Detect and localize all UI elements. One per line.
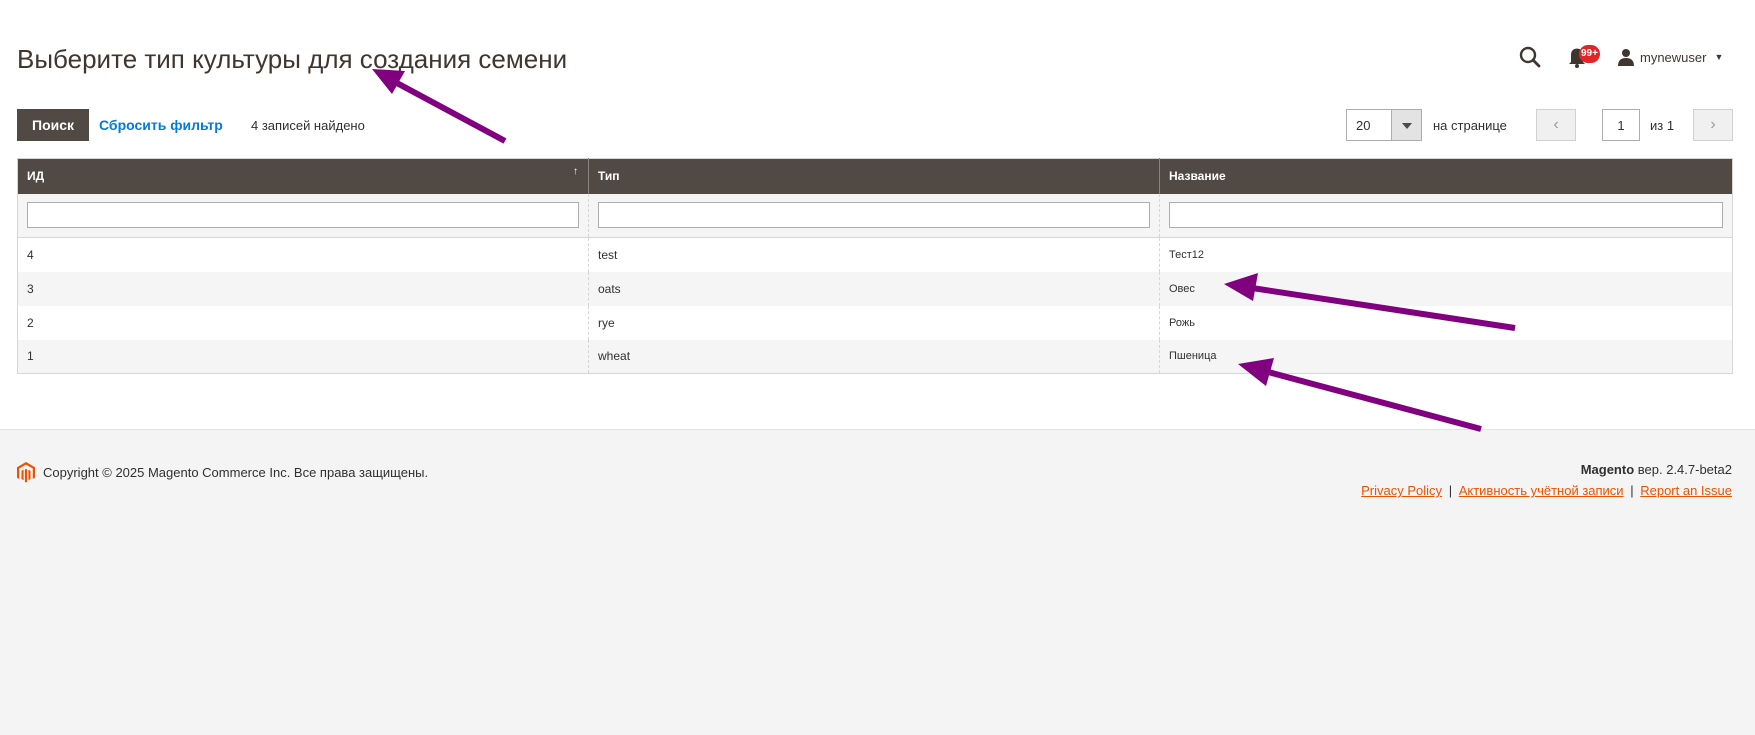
search-button[interactable]: Поиск [17,109,90,141]
report-issue-link[interactable]: Report an Issue [1640,483,1732,498]
privacy-policy-link[interactable]: Privacy Policy [1361,483,1442,498]
current-page-input[interactable] [1602,109,1640,141]
column-header-label: Тип [598,169,620,184]
grid-toolbar: Поиск Сбросить фильтр 4 записей найдено … [17,109,1733,141]
footer-copyright: Copyright © 2025 Magento Commerce Inc. В… [17,462,428,483]
table-row[interactable]: 4 test Тест12 [17,237,1733,272]
username: mynewuser [1640,49,1707,65]
column-header-type[interactable]: Тип [588,158,1160,194]
page-title: Выберите тип культуры для создания семен… [17,44,568,74]
footer-info: Magento вер. 2.4.7-beta2 Privacy Policy … [1361,462,1732,498]
cell-type: oats [588,271,1160,306]
chevron-right-icon: › [1710,116,1716,133]
chevron-left-icon: ‹ [1553,116,1559,133]
cell-type: test [588,237,1160,272]
filter-id-input[interactable] [27,202,579,229]
brand-name: Magento [1580,462,1635,477]
table-row[interactable]: 3 oats Овес [17,271,1733,306]
caret-down-icon: ▼ [1714,52,1724,62]
cell-id: 3 [17,271,589,306]
filter-type-input[interactable] [598,202,1150,229]
per-page-select[interactable]: 20 [1346,109,1422,141]
filter-name-input[interactable] [1169,202,1723,229]
main-content: Выберите тип культуры для создания семен… [0,0,1755,430]
chevron-down-icon[interactable] [1391,110,1421,140]
per-page-value: 20 [1356,118,1371,133]
version-text: вер. 2.4.7-beta2 [1634,462,1732,477]
magento-logo-icon [17,462,35,483]
search-icon[interactable] [1517,44,1543,70]
user-icon [1618,49,1634,66]
cell-name: Пшеница [1159,339,1733,374]
link-separator: | [1630,483,1634,498]
account-activity-link[interactable]: Активность учётной записи [1459,483,1624,498]
sort-ascending-icon: ↑ [573,166,578,177]
reset-filter-link[interactable]: Сбросить фильтр [99,117,223,133]
link-separator: | [1448,483,1453,498]
records-found: 4 записей найдено [251,118,365,133]
footer-links: Privacy Policy | Активность учётной запи… [1361,483,1732,498]
cell-type: rye [588,305,1160,340]
data-grid: ИД ↑ Тип Название 4 test Тест12 3 oats О… [17,158,1733,374]
column-header-label: ИД [27,169,45,184]
table-row[interactable]: 1 wheat Пшеница [17,339,1733,374]
filter-row [17,193,1733,238]
column-header-label: Название [1169,169,1226,184]
cell-id: 4 [17,237,589,272]
cell-name: Тест12 [1159,237,1733,272]
total-pages-label: из 1 [1650,118,1675,133]
cell-name: Рожь [1159,305,1733,340]
column-header-id[interactable]: ИД ↑ [17,158,589,194]
cell-id: 2 [17,305,589,340]
cell-id: 1 [17,339,589,374]
notification-count-badge: 99+ [1579,45,1600,63]
user-account-menu[interactable]: mynewuser ▼ [1618,46,1723,68]
previous-page-button[interactable]: ‹ [1536,109,1576,141]
copyright-text: Copyright © 2025 Magento Commerce Inc. В… [43,465,429,480]
version-info: Magento вер. 2.4.7-beta2 [1361,462,1732,477]
column-header-name[interactable]: Название [1159,158,1733,194]
cell-name: Овес [1159,271,1733,306]
table-row[interactable]: 2 rye Рожь [17,305,1733,340]
per-page-label: на странице [1433,118,1507,133]
cell-type: wheat [588,339,1160,374]
next-page-button[interactable]: › [1693,109,1733,141]
